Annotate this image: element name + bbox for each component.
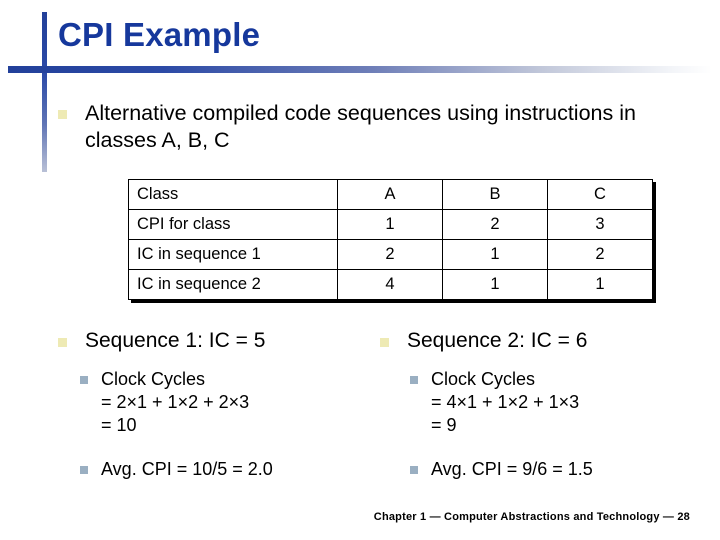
bullet-square-icon <box>80 466 88 474</box>
sequence-1-heading-item: Sequence 1: IC = 5 <box>58 328 378 353</box>
sequence-1-clock-cycles-block: Clock Cycles = 2×1 + 1×2 + 2×3 = 10 <box>101 368 249 437</box>
clock-cycles-expression: = 2×1 + 1×2 + 2×3 <box>101 392 250 412</box>
table-row: Class A B C <box>128 179 653 210</box>
bullet-square-icon <box>58 110 67 119</box>
table-cell-a: A <box>337 179 443 210</box>
intro-bullet-item: Alternative compiled code sequences usin… <box>58 100 668 154</box>
bullet-square-icon <box>410 376 418 384</box>
clock-cycles-title: Clock Cycles <box>101 369 206 389</box>
slide-footer: Chapter 1 — Computer Abstractions and Te… <box>373 511 690 523</box>
table-cell-a: 1 <box>337 209 443 240</box>
table-cell-b: 1 <box>442 239 548 270</box>
bullet-square-icon <box>410 466 418 474</box>
clock-cycles-total: = 10 <box>101 415 137 435</box>
intro-bullet-text: Alternative compiled code sequences usin… <box>85 101 636 152</box>
table-cell-a: 4 <box>337 269 443 300</box>
sequence-1-heading: Sequence 1: IC = 5 <box>85 329 266 352</box>
sequence-1-clock-cycles-item: Clock Cycles = 2×1 + 1×2 + 2×3 = 10 <box>80 368 370 437</box>
bullet-square-icon <box>58 338 67 347</box>
sequence-2-avg-cpi: Avg. CPI = 9/6 = 1.5 <box>431 459 593 479</box>
bullet-square-icon <box>80 376 88 384</box>
table-cell-c: C <box>547 179 653 210</box>
title-horizontal-rule <box>8 66 712 73</box>
sequence-2-heading: Sequence 2: IC = 6 <box>407 329 588 352</box>
table-row: IC in sequence 1 2 1 2 <box>128 239 653 270</box>
table-cell-c: 3 <box>547 209 653 240</box>
clock-cycles-title: Clock Cycles <box>431 369 536 389</box>
title-vertical-rule <box>42 12 47 172</box>
sequence-2-clock-cycles-block: Clock Cycles = 4×1 + 1×2 + 1×3 = 9 <box>431 368 579 437</box>
table-cell-b: 1 <box>442 269 548 300</box>
sequence-1-avg-cpi: Avg. CPI = 10/5 = 2.0 <box>101 459 273 479</box>
clock-cycles-expression: = 4×1 + 1×2 + 1×3 <box>431 392 580 412</box>
table-cell-c: 1 <box>547 269 653 300</box>
cpi-table: Class A B C CPI for class 1 2 3 IC in se… <box>128 179 653 300</box>
sequence-2-clock-cycles-item: Clock Cycles = 4×1 + 1×2 + 1×3 = 9 <box>410 368 700 437</box>
table-cell-label: IC in sequence 2 <box>128 269 338 300</box>
sequence-2-avg-cpi-item: Avg. CPI = 9/6 = 1.5 <box>410 458 700 481</box>
clock-cycles-total: = 9 <box>431 415 457 435</box>
table-cell-a: 2 <box>337 239 443 270</box>
table-row: IC in sequence 2 4 1 1 <box>128 269 653 300</box>
table-cell-label: Class <box>128 179 338 210</box>
table-cell-b: 2 <box>442 209 548 240</box>
table-cell-b: B <box>442 179 548 210</box>
table-row: CPI for class 1 2 3 <box>128 209 653 240</box>
sequence-1-avg-cpi-item: Avg. CPI = 10/5 = 2.0 <box>80 458 370 481</box>
sequence-2-heading-item: Sequence 2: IC = 6 <box>380 328 700 353</box>
bullet-square-icon <box>380 338 389 347</box>
cpi-table-container: Class A B C CPI for class 1 2 3 IC in se… <box>128 179 653 300</box>
table-cell-label: IC in sequence 1 <box>128 239 338 270</box>
page-title: CPI Example <box>58 16 261 53</box>
table-cell-label: CPI for class <box>128 209 338 240</box>
table-cell-c: 2 <box>547 239 653 270</box>
